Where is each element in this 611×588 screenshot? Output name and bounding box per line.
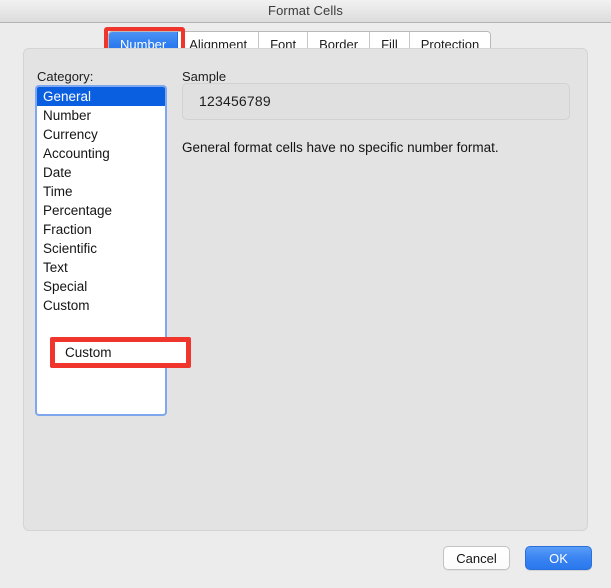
sample-label: Sample (182, 69, 227, 84)
category-item-currency[interactable]: Currency (37, 125, 165, 144)
window-title-bar: Format Cells (0, 0, 611, 23)
category-label: Category: (37, 69, 94, 84)
category-item-number[interactable]: Number (37, 106, 165, 125)
category-item-text[interactable]: Text (37, 258, 165, 277)
sample-preview-box: 123456789 (182, 83, 570, 120)
sample-value: 123456789 (199, 93, 271, 109)
category-item-time[interactable]: Time (37, 182, 165, 201)
cancel-button[interactable]: Cancel (443, 546, 510, 570)
category-item-custom[interactable]: Custom (37, 296, 165, 315)
category-item-fraction[interactable]: Fraction (37, 220, 165, 239)
category-item-general[interactable]: General (37, 87, 165, 106)
dialog-footer: Cancel OK (0, 540, 611, 588)
category-item-percentage[interactable]: Percentage (37, 201, 165, 220)
format-cells-panel: Category: General Number Currency Accountin… (23, 48, 588, 531)
category-listbox[interactable]: General Number Currency Accounting Date Time P… (35, 85, 167, 416)
category-item-scientific[interactable]: Scientific (37, 239, 165, 258)
category-item-special[interactable]: Special (37, 277, 165, 296)
category-item-accounting[interactable]: Accounting (37, 144, 165, 163)
category-item-date[interactable]: Date (37, 163, 165, 182)
window-title: Format Cells (268, 3, 343, 18)
custom-item-annotation-fill (55, 342, 186, 363)
ok-button[interactable]: OK (525, 546, 592, 570)
format-description-text: General format cells have no specific nu… (182, 140, 499, 155)
